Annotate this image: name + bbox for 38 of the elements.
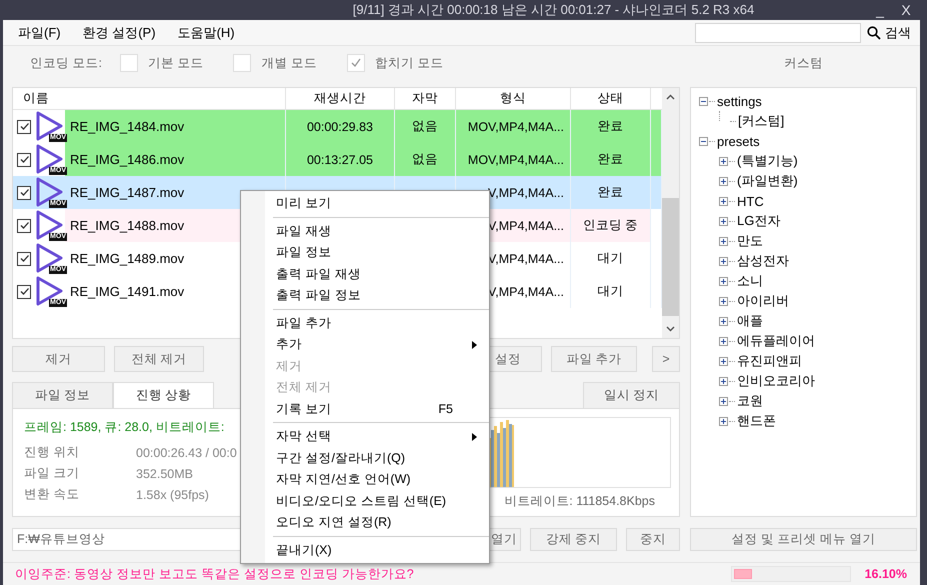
format-cell: MOV,MP4,M4A...: [468, 152, 564, 166]
file-name: RE_IMG_1484.mov: [70, 119, 184, 134]
encoding-summary: 프레임: 1589, 큐: 28.0, 비트레이트:: [24, 419, 226, 436]
stat-value: 00:00:26.43 / 00:0: [136, 446, 237, 460]
format-cell: V,MP4,M4A...: [488, 186, 564, 200]
format-cell: V,MP4,M4A...: [488, 252, 564, 266]
max-bitrate-text: 비트레이트: 111854.8Kbps: [504, 493, 655, 510]
checkbox-label: 합치기 모드: [374, 54, 444, 72]
format-cell: V,MP4,M4A...: [488, 218, 564, 232]
progress-percent: 16.10%: [864, 567, 907, 581]
checkbox-label: 개별 모드: [261, 54, 317, 72]
stat-value: 1.58x (95fps): [136, 488, 209, 502]
file-name: RE_IMG_1491.mov: [70, 284, 184, 299]
stat-label: 변환 속도: [24, 486, 80, 503]
checkbox-label: 기본 모드: [148, 54, 204, 72]
encoding-mode-label: 인코딩 모드:: [30, 54, 102, 72]
subtitle-cell: 없음: [412, 118, 438, 135]
stat-label: 진행 위치: [24, 444, 80, 461]
stat-label: 파일 크기: [24, 465, 80, 482]
status-cell: 완료: [598, 151, 624, 168]
status-cell: 대기: [598, 283, 624, 300]
format-cell: MOV,MP4,M4A...: [468, 120, 564, 134]
duration-cell: 00:13:27.05: [306, 152, 374, 166]
status-cell: 대기: [598, 250, 624, 267]
status-cell: 완료: [598, 184, 624, 201]
window-title: [9/11] 경과 시간 00:00:18 남은 시간 00:01:27 - 샤나인코더 5.2 R3 x64: [352, 1, 756, 19]
status-message: 이잉주준: 동영상 정보만 보고도 똑같은 설정으로 인코딩 가능한가요?: [15, 566, 414, 582]
status-cell: 완료: [598, 118, 624, 135]
file-name: RE_IMG_1488.mov: [70, 218, 184, 233]
file-name: RE_IMG_1489.mov: [70, 251, 184, 266]
preset-heading: 커스텀: [784, 54, 823, 72]
file-name: RE_IMG_1487.mov: [70, 185, 184, 200]
duration-cell: 00:00:29.83: [306, 120, 374, 134]
file-name: RE_IMG_1486.mov: [70, 152, 184, 167]
format-cell: V,MP4,M4A...: [488, 284, 564, 298]
subtitle-cell: 없음: [412, 151, 438, 168]
stat-value: 352.50MB: [136, 466, 193, 480]
status-cell: 인코딩 중: [582, 217, 638, 234]
